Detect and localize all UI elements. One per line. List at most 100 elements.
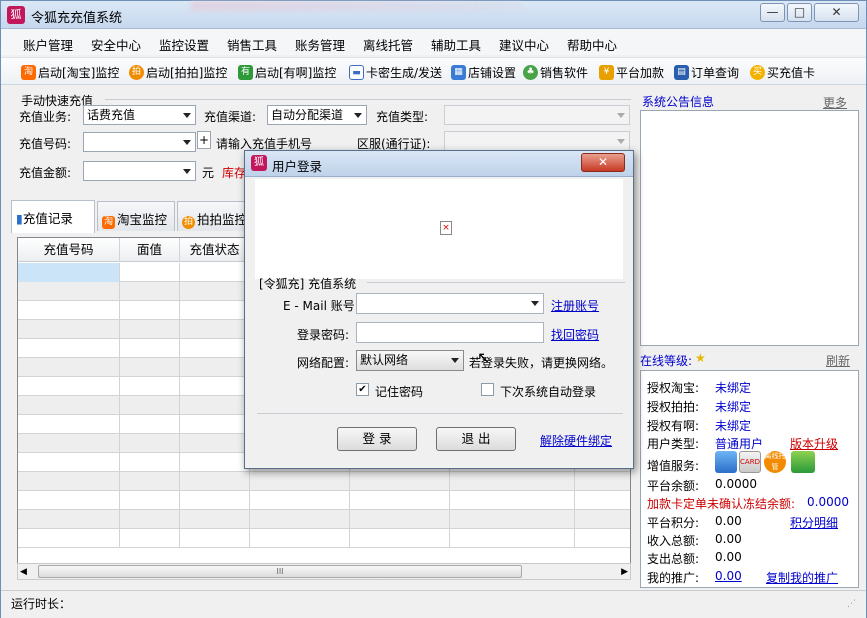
table-cell[interactable]: [575, 510, 630, 529]
horizontal-scrollbar[interactable]: ◀ III ▶: [17, 563, 631, 580]
menu-suggest[interactable]: 建议中心: [499, 35, 549, 54]
exit-button[interactable]: 退 出: [436, 427, 516, 451]
auto-login-checkbox[interactable]: [481, 383, 494, 396]
card-service-icon[interactable]: CARD: [739, 451, 761, 473]
table-cell[interactable]: [120, 510, 180, 529]
close-button[interactable]: ✕: [814, 3, 859, 22]
table-cell[interactable]: [250, 472, 350, 491]
table-cell[interactable]: [18, 377, 120, 396]
remember-password-checkbox[interactable]: ✔: [356, 383, 369, 396]
table-cell[interactable]: [18, 472, 120, 491]
table-cell[interactable]: [18, 282, 120, 301]
remote-service-icon[interactable]: [791, 451, 815, 473]
table-cell[interactable]: [350, 529, 450, 548]
column-header-number[interactable]: 充值号码: [18, 238, 120, 262]
menu-sales[interactable]: 销售工具: [227, 35, 277, 54]
add-number-button[interactable]: +: [197, 131, 211, 149]
table-row[interactable]: [18, 529, 630, 548]
start-paipai-button[interactable]: 拍 启动[拍拍]监控: [129, 64, 227, 81]
promo-value[interactable]: 0.00: [715, 569, 742, 583]
table-cell[interactable]: [180, 434, 250, 453]
table-cell[interactable]: [250, 510, 350, 529]
table-cell[interactable]: [18, 320, 120, 339]
table-cell[interactable]: [120, 263, 180, 282]
table-cell[interactable]: [180, 529, 250, 548]
tab-paipai-monitor[interactable]: 拍拍拍监控: [177, 201, 247, 231]
table-cell[interactable]: [120, 396, 180, 415]
refresh-link[interactable]: 刷新: [826, 352, 850, 369]
mail-service-icon[interactable]: [715, 451, 737, 473]
table-cell[interactable]: [180, 358, 250, 377]
table-cell[interactable]: [180, 377, 250, 396]
table-cell[interactable]: [18, 415, 120, 434]
table-row[interactable]: [18, 472, 630, 491]
table-cell[interactable]: [180, 491, 250, 510]
table-cell[interactable]: [18, 491, 120, 510]
table-cell[interactable]: [120, 415, 180, 434]
order-query-button[interactable]: ▤ 订单查询: [674, 64, 739, 81]
points-detail-link[interactable]: 积分明细: [790, 514, 838, 531]
buy-card-button[interactable]: 买 买充值卡: [750, 64, 815, 81]
start-youa-button[interactable]: 有 启动[有啊]监控: [238, 64, 336, 81]
table-cell[interactable]: [18, 434, 120, 453]
upgrade-link[interactable]: 版本升级: [790, 435, 838, 452]
register-link[interactable]: 注册账号: [551, 297, 599, 314]
scroll-thumb[interactable]: III: [38, 565, 522, 578]
column-header-status[interactable]: 充值状态: [180, 238, 250, 262]
menu-tools[interactable]: 辅助工具: [431, 35, 481, 54]
table-cell[interactable]: [120, 282, 180, 301]
menu-monitor[interactable]: 监控设置: [159, 35, 209, 54]
table-cell[interactable]: [120, 301, 180, 320]
column-header-face-value[interactable]: 面值: [120, 238, 180, 262]
tab-taobao-monitor[interactable]: 淘淘宝监控: [97, 201, 175, 231]
table-cell[interactable]: [180, 263, 250, 282]
minimize-button[interactable]: —: [760, 3, 785, 22]
menu-finance[interactable]: 账务管理: [295, 35, 345, 54]
table-cell[interactable]: [180, 396, 250, 415]
table-cell[interactable]: [120, 529, 180, 548]
table-cell[interactable]: [250, 491, 350, 510]
table-cell[interactable]: [350, 472, 450, 491]
tab-recharge-records[interactable]: ▮充值记录: [11, 200, 95, 233]
add-fund-button[interactable]: ¥ 平台加款: [599, 64, 664, 81]
login-button[interactable]: 登 录: [337, 427, 417, 451]
table-cell[interactable]: [180, 453, 250, 472]
password-field[interactable]: [356, 322, 544, 343]
card-generate-button[interactable]: ▬ 卡密生成/发送: [349, 64, 442, 81]
menu-account[interactable]: 账户管理: [23, 35, 73, 54]
table-cell[interactable]: [450, 491, 575, 510]
table-cell[interactable]: [180, 510, 250, 529]
scroll-left-icon[interactable]: ◀: [20, 567, 27, 577]
remember-password-label[interactable]: 记住密码: [375, 383, 423, 400]
table-cell[interactable]: [18, 263, 120, 282]
shop-settings-button[interactable]: ▦ 店铺设置: [451, 64, 516, 81]
table-cell[interactable]: [350, 510, 450, 529]
table-cell[interactable]: [180, 320, 250, 339]
table-row[interactable]: [18, 510, 630, 529]
table-cell[interactable]: [450, 529, 575, 548]
menu-security[interactable]: 安全中心: [91, 35, 141, 54]
table-cell[interactable]: [18, 339, 120, 358]
table-cell[interactable]: [120, 472, 180, 491]
table-cell[interactable]: [180, 415, 250, 434]
notice-more-link[interactable]: 更多: [823, 94, 847, 111]
unbind-hardware-link[interactable]: 解除硬件绑定: [540, 432, 612, 449]
recover-password-link[interactable]: 找回密码: [551, 326, 599, 343]
business-select[interactable]: 话费充值: [83, 105, 196, 125]
table-cell[interactable]: [120, 491, 180, 510]
scroll-right-icon[interactable]: ▶: [621, 567, 628, 577]
number-input[interactable]: [83, 132, 196, 152]
table-cell[interactable]: [18, 396, 120, 415]
copy-promo-link[interactable]: 复制我的推广: [766, 569, 838, 586]
offline-hosting-icon[interactable]: 离线托管: [764, 451, 786, 473]
network-select[interactable]: 默认网络: [356, 350, 464, 371]
table-cell[interactable]: [120, 453, 180, 472]
table-cell[interactable]: [120, 434, 180, 453]
table-cell[interactable]: [180, 301, 250, 320]
table-cell[interactable]: [18, 529, 120, 548]
resize-grip-icon[interactable]: ⋰: [847, 599, 856, 609]
table-cell[interactable]: [120, 339, 180, 358]
sales-software-button[interactable]: ♣ 销售软件: [523, 64, 588, 81]
table-row[interactable]: [18, 491, 630, 510]
menu-help[interactable]: 帮助中心: [567, 35, 617, 54]
